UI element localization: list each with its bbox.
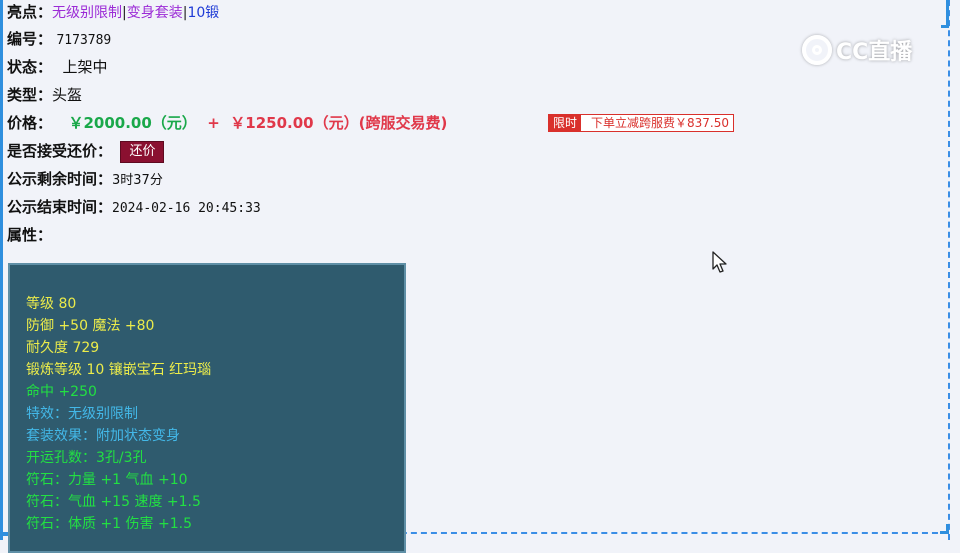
attributes-row: 属性： bbox=[7, 224, 52, 246]
highlight-item-no-level: 无级别限制 bbox=[52, 5, 123, 21]
end-time-label: 公示结束时间： bbox=[7, 198, 113, 216]
mouse-cursor-icon bbox=[712, 251, 727, 273]
counter-offer-row: 是否接受还价： 还价 bbox=[7, 140, 165, 163]
category-row: 类型：头盔 bbox=[7, 84, 82, 106]
counter-offer-label: 是否接受还价： bbox=[7, 142, 113, 160]
attr-line: 符石：体质 +1 伤害 +1.5 bbox=[26, 516, 192, 532]
time-left-label: 公示剩余时间： bbox=[7, 170, 113, 188]
time-left-value: 3时37分 bbox=[112, 173, 163, 188]
counter-offer-button[interactable]: 还价 bbox=[120, 141, 165, 163]
cc-logo-icon bbox=[802, 35, 832, 65]
end-time-row: 公示结束时间：2024-02-16 20:45:33 bbox=[7, 196, 261, 218]
cc-watermark: CC直播 bbox=[802, 32, 912, 68]
discount-note: 下单立减跨服费￥837.50 bbox=[581, 115, 734, 131]
attr-line: 命中 +250 bbox=[26, 384, 97, 400]
attributes-label: 属性： bbox=[7, 226, 53, 244]
attr-line: 开运孔数：3孔/3孔 bbox=[26, 450, 147, 466]
attr-line: 特效：无级别限制 bbox=[26, 406, 138, 422]
status-row: 状态： 上架中 bbox=[7, 56, 107, 78]
attr-line: 耐久度 729 bbox=[26, 340, 100, 356]
status-label: 状态： bbox=[7, 58, 53, 76]
highlight-item-transform-set: 变身套装 bbox=[126, 5, 183, 21]
attr-line: 符石：力量 +1 气血 +10 bbox=[26, 472, 188, 488]
limited-time-tag: 限时 bbox=[549, 115, 582, 131]
highlight-label: 亮点： bbox=[7, 3, 53, 21]
right-dashed-border bbox=[948, 0, 950, 540]
category-label: 类型： bbox=[7, 86, 53, 104]
right-corner-marker bbox=[941, 0, 949, 28]
left-border bbox=[0, 0, 3, 540]
status-value: 上架中 bbox=[62, 58, 108, 76]
highlight-row: 亮点：无级别限制|变身套装|10锻 bbox=[7, 1, 219, 23]
end-time-value: 2024-02-16 20:45:33 bbox=[112, 201, 261, 216]
attr-line: 防御 +50 魔法 +80 bbox=[26, 318, 155, 334]
time-left-row: 公示剩余时间：3时37分 bbox=[7, 168, 163, 190]
price-label: 价格： bbox=[7, 114, 53, 132]
attr-line: 符石：气血 +15 速度 +1.5 bbox=[26, 494, 201, 510]
price-row: 价格： ￥2000.00（元） + ￥1250.00（元）(跨服交易费) bbox=[7, 112, 447, 134]
attr-line: 锻炼等级 10 镶嵌宝石 红玛瑙 bbox=[26, 362, 212, 378]
item-id-row: 编号： 7173789 bbox=[7, 28, 111, 50]
item-id-value: 7173789 bbox=[56, 33, 112, 48]
highlight-item-forge: 10锻 bbox=[187, 5, 220, 21]
bottom-corner-marker bbox=[940, 524, 949, 534]
price-plus: + bbox=[207, 114, 220, 132]
price-transfer-fee: ￥1250.00（元）(跨服交易费) bbox=[230, 114, 448, 132]
limited-time-badge: 限时 下单立减跨服费￥837.50 bbox=[548, 114, 735, 132]
price-main: ￥2000.00（元） bbox=[68, 114, 197, 132]
attr-line: 套装效果：附加状态变身 bbox=[26, 428, 180, 444]
attr-line: 等级 80 bbox=[26, 296, 77, 312]
attributes-panel: 等级 80 防御 +50 魔法 +80 耐久度 729 锻炼等级 10 镶嵌宝石… bbox=[8, 263, 406, 553]
category-value: 头盔 bbox=[52, 86, 83, 104]
item-id-label: 编号： bbox=[7, 30, 53, 48]
watermark-text: CC直播 bbox=[836, 40, 913, 65]
